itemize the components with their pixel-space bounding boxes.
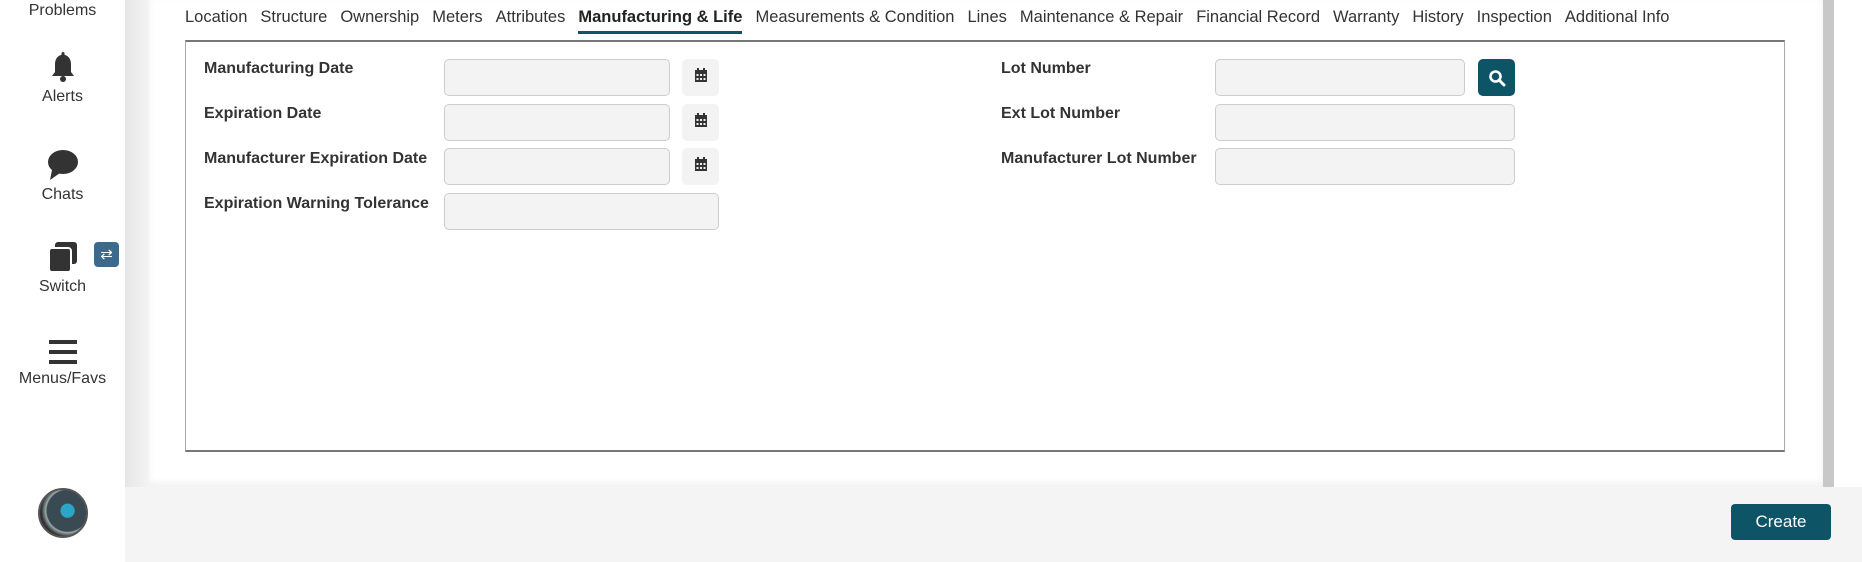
expiration-date-input[interactable] [444,104,670,141]
expiration-warning-tolerance-input[interactable] [444,193,719,230]
manufacturing-life-panel [185,40,1785,452]
expiration-date-calendar-button[interactable] [682,104,719,141]
tab-manufacturing-life[interactable]: Manufacturing & Life [578,6,743,34]
tab-measurements-condition[interactable]: Measurements & Condition [755,6,954,34]
windows-icon [47,242,77,273]
search-icon [1488,69,1505,86]
sidebar-item-label: Menus/Favs [18,370,107,387]
content-gutter [125,0,149,487]
calendar-icon [694,112,708,133]
expiration-warning-tolerance-label: Expiration Warning Tolerance [204,195,429,212]
tab-history[interactable]: History [1412,6,1463,34]
sidebar-item-switch[interactable]: Switch ⇄ [0,240,125,296]
sidebar-item-menus-favs[interactable]: Menus/Favs [0,338,125,388]
hamburger-icon [48,340,77,364]
manufacturer-lot-number-input[interactable] [1215,148,1515,185]
tab-maintenance-repair[interactable]: Maintenance & Repair [1020,6,1183,34]
tab-additional-info[interactable]: Additional Info [1565,6,1670,34]
user-avatar[interactable] [38,488,88,538]
tab-financial-record[interactable]: Financial Record [1196,6,1320,34]
sidebar-item-label: Switch [38,278,87,295]
manufacturing-date-calendar-button[interactable] [682,59,719,96]
bell-icon [51,52,74,82]
sidebar-item-chats[interactable]: Chats [0,148,125,204]
manufacturing-date-input[interactable] [444,59,670,96]
switch-badge[interactable]: ⇄ [94,242,119,267]
ext-lot-number-label: Ext Lot Number [1001,105,1121,122]
manufacturing-date-label: Manufacturing Date [204,60,354,77]
lot-number-input[interactable] [1215,59,1465,96]
tab-meters[interactable]: Meters [432,6,482,34]
tab-location[interactable]: Location [185,6,247,34]
tab-attributes[interactable]: Attributes [496,6,566,34]
sidebar-item-alerts[interactable]: Alerts [0,50,125,106]
manufacturer-expiration-date-label: Manufacturer Expiration Date [204,150,428,167]
expiration-date-label: Expiration Date [204,105,322,122]
create-button[interactable]: Create [1731,504,1831,540]
vertical-scrollbar[interactable] [1823,0,1834,487]
chat-bubble-icon [47,150,78,180]
ext-lot-number-input[interactable] [1215,104,1515,141]
tab-ownership[interactable]: Ownership [340,6,419,34]
sidebar-item-label: Problems [28,2,97,19]
sidebar-item-label: Chats [41,186,84,203]
calendar-icon [694,67,708,88]
tab-warranty[interactable]: Warranty [1333,6,1399,34]
lot-number-search-button[interactable] [1478,59,1515,96]
tab-bar: Location Structure Ownership Meters Attribut… [185,6,1669,34]
sidebar: Problems Alerts Chats Switch ⇄ Menus/Fav… [0,0,125,562]
tab-inspection[interactable]: Inspection [1477,6,1552,34]
sidebar-item-problems[interactable]: Problems [0,2,125,20]
manufacturer-expiration-date-input[interactable] [444,148,670,185]
tab-lines[interactable]: Lines [967,6,1006,34]
manufacturer-lot-number-label: Manufacturer Lot Number [1001,150,1197,167]
sidebar-item-label: Alerts [42,88,83,105]
footer-bar [125,487,1862,562]
calendar-icon [694,156,708,177]
tab-structure[interactable]: Structure [260,6,327,34]
manufacturer-expiration-date-calendar-button[interactable] [682,148,719,185]
lot-number-label: Lot Number [1001,60,1091,77]
